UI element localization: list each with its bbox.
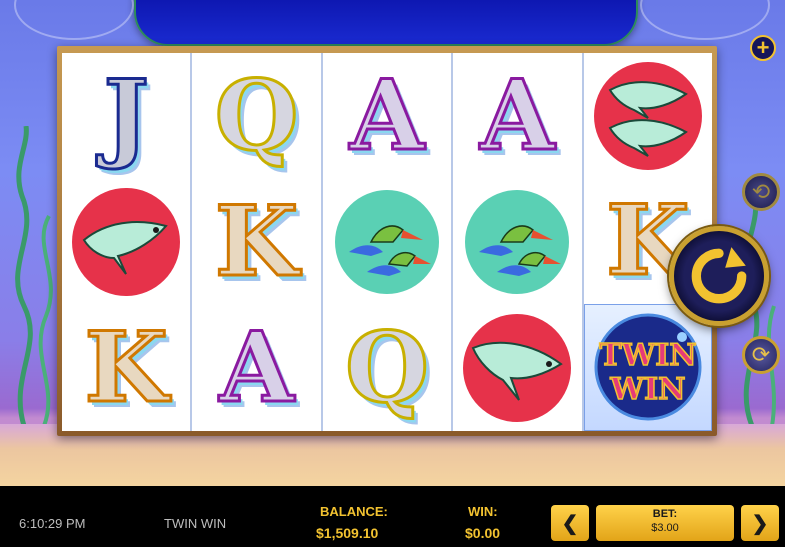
- bet-increase-button[interactable]: ❯: [741, 505, 779, 541]
- win-value: $0.00: [465, 525, 501, 541]
- symbol-cell: A: [453, 53, 581, 179]
- pelicans-icon: [335, 190, 440, 294]
- reel-grid: J K Q K A A Q A K TWIN WIN: [62, 53, 713, 431]
- bet-decrease-button[interactable]: ❮: [551, 505, 589, 541]
- spin-button[interactable]: [669, 226, 769, 326]
- symbol-cell: A: [192, 305, 320, 431]
- clock: 6:10:29 PM: [19, 516, 86, 531]
- symbol-q: Q: [213, 59, 300, 172]
- bubble-decoration: [640, 0, 770, 40]
- symbol-cell: A: [323, 53, 451, 179]
- symbol-a: A: [218, 311, 296, 424]
- symbol-cell: [453, 305, 581, 431]
- bet-display[interactable]: BET: $3.00: [596, 505, 734, 541]
- manta-ray-icon: [593, 61, 702, 170]
- top-banner: [134, 0, 638, 46]
- balance-label: BALANCE:: [320, 504, 388, 519]
- symbol-cell: K: [62, 305, 190, 431]
- symbol-a: A: [479, 59, 557, 172]
- reel-4: A: [453, 53, 582, 431]
- plus-icon[interactable]: +: [750, 35, 776, 61]
- svg-text:TWIN: TWIN: [599, 338, 696, 373]
- reel-1: J K: [62, 53, 191, 431]
- symbol-cell: Q: [192, 53, 320, 179]
- symbol-cell: [584, 53, 712, 178]
- svg-text:WIN: WIN: [609, 372, 685, 407]
- symbol-cell: K: [192, 179, 320, 305]
- symbol-cell: Q: [323, 305, 451, 431]
- symbol-cell: TWIN WIN: [583, 303, 713, 431]
- bubble-decoration: [14, 0, 134, 40]
- refresh-icon[interactable]: ⟳: [742, 336, 780, 374]
- symbol-cell: [453, 179, 581, 305]
- manta-ray-icon: [72, 188, 181, 296]
- game-name: TWIN WIN: [164, 516, 227, 531]
- balance-value: $1,509.10: [316, 525, 379, 541]
- symbol-k: K: [83, 311, 169, 424]
- symbol-cell: J: [62, 53, 190, 179]
- symbol-q: Q: [344, 311, 431, 424]
- seaweed-left: [15, 126, 53, 426]
- twin-win-logo-icon: TWIN WIN: [594, 313, 702, 421]
- reel-3: A Q: [322, 53, 452, 431]
- reel-2: Q K A: [192, 53, 321, 431]
- manta-ray-icon: [463, 314, 572, 422]
- symbol-j: J: [102, 59, 150, 172]
- bet-label: BET:: [652, 508, 678, 520]
- bet-value: $3.00: [651, 522, 679, 534]
- symbol-cell: [62, 179, 190, 305]
- status-bar: 6:10:29 PM TWIN WIN BALANCE: $1,509.10 W…: [0, 486, 785, 547]
- spin-arrow-icon: [691, 247, 747, 304]
- symbol-a: A: [348, 59, 426, 172]
- symbol-cell: [323, 179, 451, 305]
- symbol-k: K: [213, 185, 299, 298]
- win-label: WIN:: [468, 504, 498, 519]
- autoplay-icon[interactable]: ⟲: [742, 173, 780, 211]
- pelicans-icon: [465, 190, 570, 294]
